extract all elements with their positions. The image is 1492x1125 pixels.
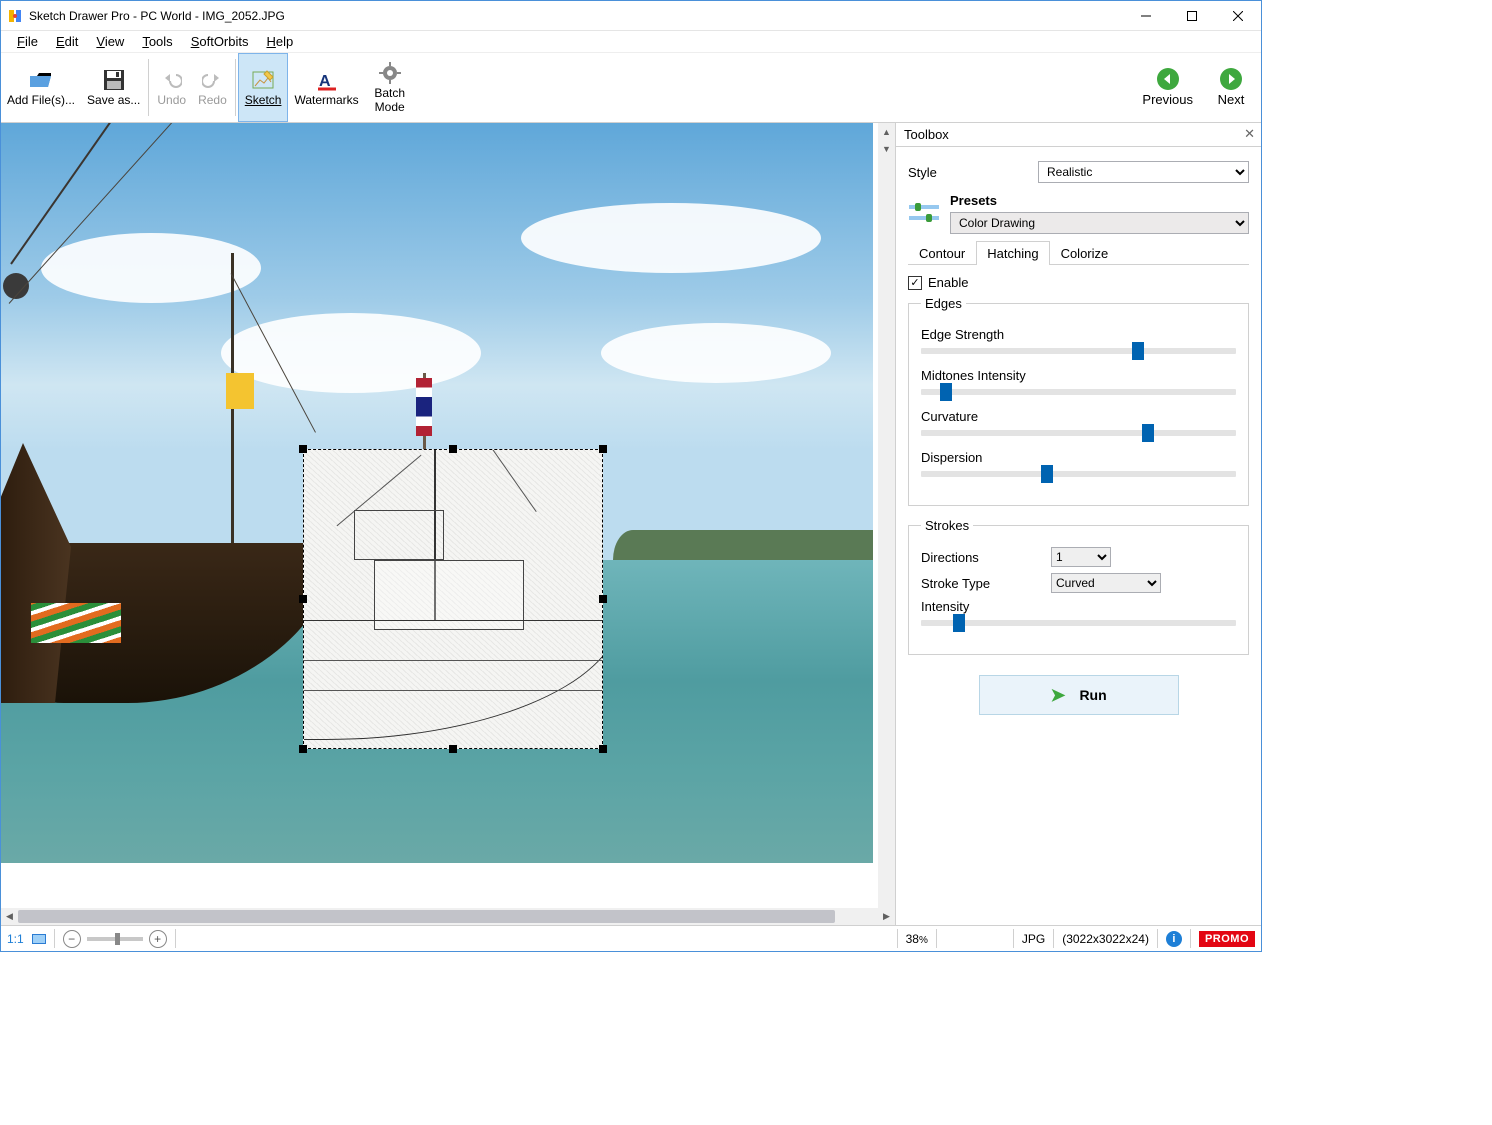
next-button[interactable]: Next [1201,53,1261,122]
intensity-slider[interactable] [921,620,1236,626]
svg-text:A: A [319,73,331,90]
save-icon [102,68,126,92]
edges-legend: Edges [921,296,966,311]
style-label: Style [908,165,1028,180]
next-label: Next [1218,92,1245,107]
status-bar: 1:1 − + 38% JPG (3022x3022x24) i PROMO [1,925,1261,951]
redo-icon [200,68,224,92]
batch-mode-label: BatchMode [374,87,405,115]
directions-label: Directions [921,550,1041,565]
menu-help[interactable]: Help [258,32,301,51]
scroll-left-button[interactable]: ◀ [1,908,18,925]
gear-icon [378,61,402,85]
scroll-right-button[interactable]: ▶ [878,908,895,925]
toolbox-tabs: Contour Hatching Colorize [908,240,1249,265]
redo-label: Redo [198,94,227,108]
add-files-button[interactable]: Add File(s)... [1,53,81,122]
fit-icon[interactable] [32,934,46,944]
strokes-legend: Strokes [921,518,973,533]
sketch-icon [251,68,275,92]
enable-label: Enable [928,275,968,290]
curvature-slider[interactable] [921,430,1236,436]
run-button[interactable]: ➤ Run [979,675,1179,715]
horizontal-scrollbar[interactable]: ◀ ▶ [1,908,895,925]
menu-edit[interactable]: Edit [48,32,86,51]
watermarks-label: Watermarks [294,94,358,108]
edge-strength-slider[interactable] [921,348,1236,354]
undo-icon [160,68,184,92]
tab-hatching[interactable]: Hatching [976,241,1049,265]
strokes-group: Strokes Directions 1 Stroke Type Curved … [908,518,1249,655]
directions-select[interactable]: 1 [1051,547,1111,567]
next-icon [1220,68,1242,90]
run-label: Run [1079,687,1106,703]
undo-button[interactable]: Undo [151,53,192,122]
scroll-up-button[interactable]: ▲ [878,123,895,140]
presets-label: Presets [950,193,1249,208]
save-as-button[interactable]: Save as... [81,53,146,122]
tab-contour[interactable]: Contour [908,241,976,265]
add-files-label: Add File(s)... [7,94,75,108]
previous-icon [1157,68,1179,90]
app-icon [7,8,23,24]
enable-checkbox[interactable]: ✓ [908,276,922,290]
curvature-label: Curvature [921,409,1236,424]
dimensions-label: (3022x3022x24) [1062,932,1149,946]
batch-mode-button[interactable]: BatchMode [365,53,415,122]
toolbox-panel: Toolbox ✕ Style Realistic Presets [895,123,1261,925]
run-arrow-icon: ➤ [1050,685,1065,706]
folder-open-icon [29,68,53,92]
zoom-slider[interactable] [87,937,143,941]
zoom-in-button[interactable]: + [149,930,167,948]
zoom-percent: 38% [906,932,928,946]
toolbar: Add File(s)... Save as... Undo Redo Sket… [1,53,1261,123]
selection-rectangle[interactable] [303,449,603,749]
edge-strength-label: Edge Strength [921,327,1236,342]
menu-tools[interactable]: Tools [134,32,180,51]
promo-badge[interactable]: PROMO [1199,931,1255,947]
presets-select[interactable]: Color Drawing [950,212,1249,234]
info-icon[interactable]: i [1166,931,1182,947]
image-canvas[interactable] [1,123,878,908]
sketch-button[interactable]: Sketch [238,53,289,122]
toolbox-close-icon[interactable]: ✕ [1244,126,1255,142]
menu-file[interactable]: File [9,32,46,51]
previous-button[interactable]: Previous [1134,53,1201,122]
window-title: Sketch Drawer Pro - PC World - IMG_2052.… [29,9,285,23]
close-button[interactable] [1215,1,1261,31]
watermarks-button[interactable]: A Watermarks [288,53,364,122]
save-as-label: Save as... [87,94,140,108]
dispersion-label: Dispersion [921,450,1236,465]
intensity-label: Intensity [921,599,1236,614]
presets-icon [908,200,940,228]
zoom-ratio-label[interactable]: 1:1 [7,932,24,946]
menu-softorbits[interactable]: SoftOrbits [183,32,257,51]
vertical-scrollbar[interactable]: ▲ ▼ [878,123,895,908]
title-bar: Sketch Drawer Pro - PC World - IMG_2052.… [1,1,1261,31]
undo-label: Undo [157,94,186,108]
format-label: JPG [1022,932,1045,946]
tab-colorize[interactable]: Colorize [1050,241,1120,265]
menu-view[interactable]: View [88,32,132,51]
style-select[interactable]: Realistic [1038,161,1249,183]
midtones-slider[interactable] [921,389,1236,395]
scroll-down-button[interactable]: ▼ [878,140,895,157]
sketch-label: Sketch [245,94,282,108]
maximize-button[interactable] [1169,1,1215,31]
hscroll-thumb[interactable] [18,910,835,923]
toolbox-title: Toolbox [904,127,949,142]
previous-label: Previous [1142,92,1193,107]
stroke-type-label: Stroke Type [921,576,1041,591]
midtones-label: Midtones Intensity [921,368,1236,383]
redo-button[interactable]: Redo [192,53,233,122]
watermarks-icon: A [315,68,339,92]
menu-bar: File Edit View Tools SoftOrbits Help [1,31,1261,53]
edges-group: Edges Edge Strength Midtones Intensity C… [908,296,1249,506]
minimize-button[interactable] [1123,1,1169,31]
stroke-type-select[interactable]: Curved [1051,573,1161,593]
zoom-out-button[interactable]: − [63,930,81,948]
dispersion-slider[interactable] [921,471,1236,477]
